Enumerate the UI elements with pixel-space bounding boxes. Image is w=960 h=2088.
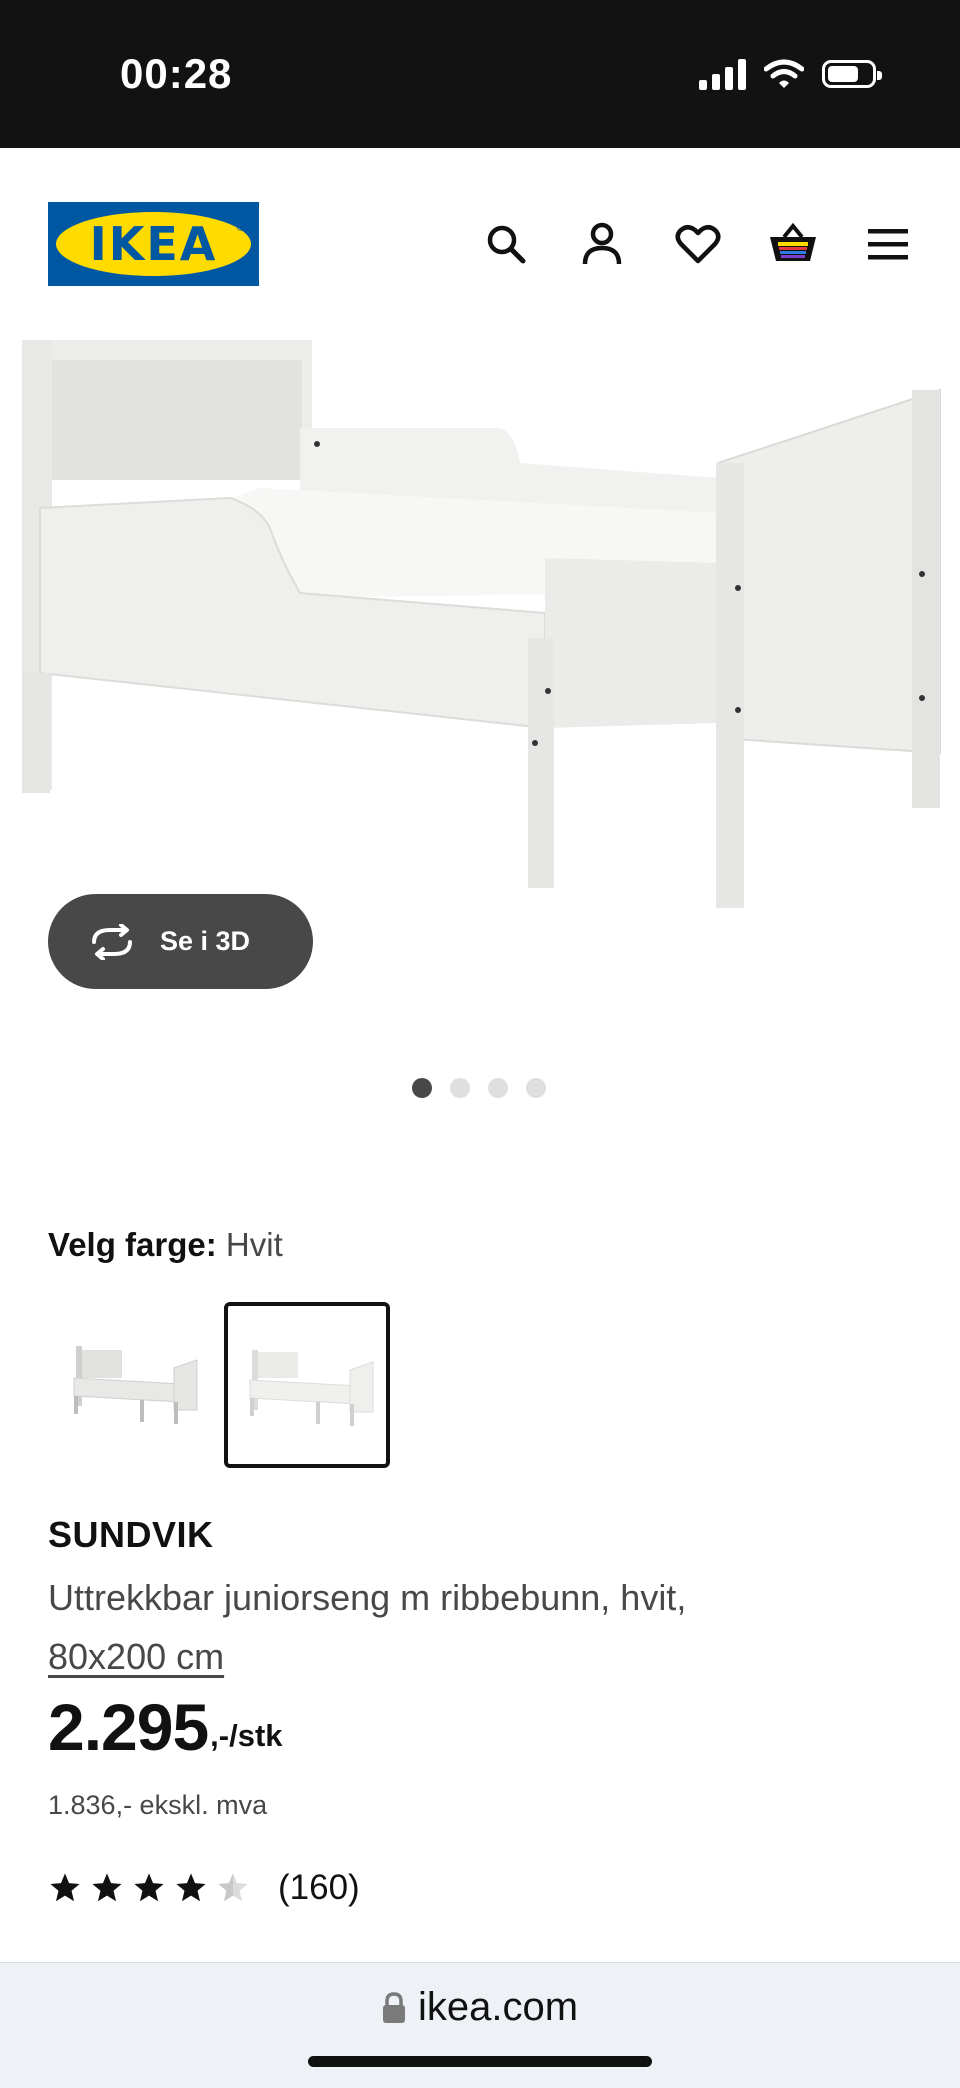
review-count: (160) bbox=[278, 1868, 360, 1907]
gallery-dot-1[interactable] bbox=[412, 1078, 432, 1098]
product-description: Uttrekkbar juniorseng m ribbebunn, hvit,… bbox=[48, 1568, 908, 1686]
color-swatch-2[interactable] bbox=[224, 1302, 390, 1468]
star-icon bbox=[92, 1873, 122, 1902]
logo-text: IKEA bbox=[89, 217, 218, 271]
price-suffix: ,-/stk bbox=[210, 1718, 283, 1753]
browser-url-bar[interactable]: ikea.com bbox=[0, 1962, 960, 2088]
search-icon[interactable] bbox=[480, 218, 532, 270]
product-image[interactable] bbox=[0, 338, 960, 918]
color-label: Velg farge: bbox=[48, 1226, 217, 1263]
menu-icon[interactable] bbox=[862, 218, 914, 270]
gallery-dot-4[interactable] bbox=[526, 1078, 546, 1098]
price-ex-vat: 1.836,- ekskl. mva bbox=[48, 1790, 268, 1820]
view-3d-button[interactable]: Se i 3D bbox=[48, 894, 313, 989]
view-3d-label: Se i 3D bbox=[160, 926, 251, 956]
home-indicator[interactable] bbox=[308, 2056, 652, 2067]
product-price: 2.295 ,-/stk bbox=[48, 1694, 283, 1760]
account-icon[interactable] bbox=[576, 218, 628, 270]
product-description-text: Uttrekkbar juniorseng m ribbebunn, hvit, bbox=[48, 1577, 687, 1618]
status-icons bbox=[699, 58, 882, 90]
status-time: 00:28 bbox=[120, 50, 233, 97]
color-swatch-1[interactable] bbox=[48, 1302, 214, 1468]
product-rating[interactable]: (160) bbox=[48, 1868, 360, 1908]
gallery-pagination bbox=[412, 1078, 546, 1098]
wifi-icon bbox=[764, 59, 804, 88]
lock-icon bbox=[382, 1991, 405, 2023]
price-main: 2.295 bbox=[48, 1690, 209, 1764]
product-size-link[interactable]: 80x200 cm bbox=[48, 1636, 224, 1677]
battery-icon bbox=[822, 60, 882, 88]
color-selector-label: Velg farge: Hvit bbox=[48, 1226, 283, 1264]
color-value: Hvit bbox=[225, 1226, 283, 1263]
signal-icon bbox=[699, 58, 746, 90]
star-icon bbox=[134, 1873, 164, 1902]
ikea-logo[interactable]: IKEA ® bbox=[48, 202, 259, 286]
gallery-dot-3[interactable] bbox=[488, 1078, 508, 1098]
url-display[interactable]: ikea.com bbox=[0, 1985, 960, 2030]
product-name: SUNDVIK bbox=[48, 1514, 214, 1555]
url-text: ikea.com bbox=[417, 1985, 579, 2029]
site-header: IKEA ® bbox=[0, 148, 960, 338]
heart-icon[interactable] bbox=[672, 218, 724, 270]
basket-icon[interactable] bbox=[767, 218, 819, 270]
star-icon bbox=[50, 1873, 80, 1902]
star-icon bbox=[176, 1873, 206, 1902]
rotate-3d-icon bbox=[92, 923, 132, 960]
status-bar: 00:28 bbox=[0, 0, 960, 148]
star-half-icon bbox=[218, 1873, 248, 1902]
gallery-dot-2[interactable] bbox=[450, 1078, 470, 1098]
